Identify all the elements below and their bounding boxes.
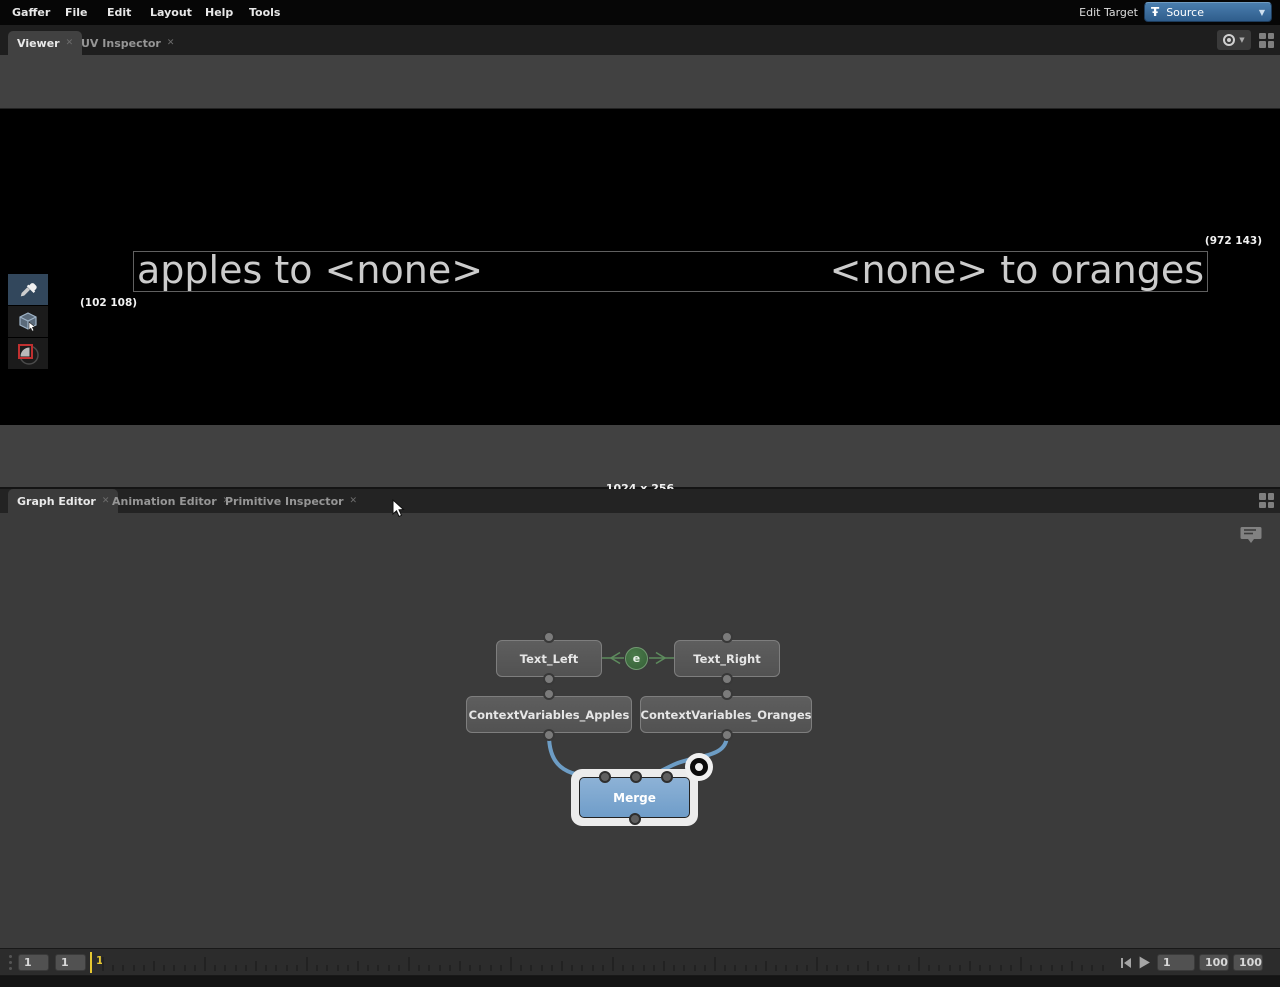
crop-window-tool-button[interactable] bbox=[8, 338, 48, 369]
scene-end-frame-input[interactable]: 100 bbox=[1233, 954, 1263, 971]
merge-input-plug[interactable] bbox=[599, 771, 611, 783]
node-label: Text_Left bbox=[520, 652, 578, 666]
plug-bottom[interactable] bbox=[543, 673, 555, 685]
skip-to-start-button[interactable] bbox=[1120, 957, 1132, 969]
menu-gaffer[interactable]: Gaffer bbox=[12, 0, 50, 25]
menu-bar: Gaffer File Edit Layout Help Tools Edit … bbox=[0, 0, 1280, 25]
range-start-frame-input[interactable]: 1 bbox=[55, 954, 86, 971]
plug-top[interactable] bbox=[721, 688, 733, 700]
tab-uv-inspector-label: UV Inspector bbox=[81, 37, 161, 50]
node-text-left[interactable]: Text_Left bbox=[496, 640, 602, 677]
tab-uv-inspector[interactable]: UV Inspector ✕ bbox=[72, 31, 183, 55]
text-bounds-overlay: apples to <none> <none> to oranges bbox=[133, 251, 1208, 292]
tab-primitive-inspector[interactable]: Primitive Inspector ✕ bbox=[216, 489, 366, 513]
menu-help[interactable]: Help bbox=[205, 0, 233, 25]
node-label: Merge bbox=[613, 791, 656, 805]
layout-grid-icon[interactable] bbox=[1259, 33, 1274, 48]
plug-top[interactable] bbox=[721, 631, 733, 643]
node-label: ContextVariables_Oranges bbox=[641, 708, 812, 722]
playhead[interactable] bbox=[90, 952, 92, 973]
graph-tab-bar: Graph Editor ✕ Animation Editor ✕ Primit… bbox=[0, 489, 1280, 513]
menu-file[interactable]: File bbox=[65, 0, 88, 25]
editor-focus-menu-button[interactable]: ▼ bbox=[1217, 30, 1251, 50]
edit-target-label: Edit Target bbox=[1079, 0, 1138, 25]
viewer-tab-bar: Viewer ✕ UV Inspector ✕ ▼ bbox=[0, 25, 1280, 55]
connections-layer bbox=[0, 513, 1280, 948]
tab-viewer-label: Viewer bbox=[17, 37, 60, 50]
merge-input-plug[interactable] bbox=[661, 771, 673, 783]
menu-layout[interactable]: Layout bbox=[150, 0, 192, 25]
window-bottom-edge bbox=[0, 977, 1280, 987]
node-text-right[interactable]: Text_Right bbox=[674, 640, 780, 677]
plug-top[interactable] bbox=[543, 631, 555, 643]
close-icon[interactable]: ✕ bbox=[350, 496, 358, 506]
drag-handle[interactable] bbox=[9, 955, 12, 970]
menu-tools[interactable]: Tools bbox=[249, 0, 280, 25]
plug-top[interactable] bbox=[543, 688, 555, 700]
color-picker-tool-button[interactable] bbox=[8, 274, 48, 305]
tab-graph-editor[interactable]: Graph Editor ✕ bbox=[8, 489, 118, 513]
node-contextvariables-apples[interactable]: ContextVariables_Apples bbox=[466, 696, 632, 733]
plug-bottom[interactable] bbox=[721, 729, 733, 741]
selection-max-coord: (972 143) bbox=[1205, 235, 1262, 247]
scene-start-frame-input[interactable]: 1 bbox=[18, 954, 49, 971]
play-button[interactable] bbox=[1138, 956, 1151, 969]
source-target-icon: Ŧ bbox=[1151, 5, 1159, 19]
tab-animation-editor-label: Animation Editor bbox=[112, 495, 217, 508]
viewer-panel: default ▼ AB 1 ▼ RGBA ▼ ACES 1.0 - SDR V… bbox=[0, 55, 1280, 487]
close-icon[interactable]: ✕ bbox=[167, 38, 175, 48]
merge-output-plug[interactable] bbox=[629, 813, 641, 825]
edit-target-value: Source bbox=[1166, 6, 1204, 19]
focus-node-indicator[interactable] bbox=[685, 753, 713, 781]
selection-tool-button[interactable] bbox=[8, 306, 48, 337]
node-label: Text_Right bbox=[693, 652, 761, 666]
frame-ruler[interactable] bbox=[102, 949, 1117, 973]
tab-graph-editor-label: Graph Editor bbox=[17, 495, 96, 508]
graph-editor-canvas[interactable]: Text_Left Text_Right ContextVariables_Ap… bbox=[0, 513, 1280, 948]
plug-bottom[interactable] bbox=[721, 673, 733, 685]
selection-min-coord: (102 108) bbox=[80, 297, 137, 309]
node-contextvariables-oranges[interactable]: ContextVariables_Oranges bbox=[640, 696, 812, 733]
merge-input-plug[interactable] bbox=[630, 771, 642, 783]
node-merge[interactable]: Merge bbox=[579, 777, 690, 818]
node-label: ContextVariables_Apples bbox=[469, 708, 630, 722]
eyedropper-icon bbox=[18, 280, 38, 300]
mouse-cursor bbox=[392, 499, 405, 518]
timeline-bar: 1 1 1 1 100 100 bbox=[0, 948, 1280, 976]
context-stub-links bbox=[549, 679, 727, 695]
rendered-text-left: apples to <none> bbox=[137, 248, 483, 292]
edit-target-dropdown[interactable]: Ŧ Source ▼ bbox=[1144, 2, 1272, 22]
rendered-text-right: <none> to oranges bbox=[830, 248, 1204, 292]
chevron-down-icon: ▼ bbox=[1239, 36, 1244, 44]
current-frame-input[interactable]: 1 bbox=[1157, 954, 1195, 971]
layout-grid-icon[interactable] bbox=[1259, 493, 1274, 508]
expression-label: e bbox=[633, 652, 640, 665]
bullseye-icon bbox=[1223, 34, 1235, 46]
range-end-frame-input[interactable]: 100 bbox=[1199, 954, 1229, 971]
node-expression[interactable]: e bbox=[625, 647, 648, 670]
tab-primitive-inspector-label: Primitive Inspector bbox=[225, 495, 344, 508]
viewer-tool-column bbox=[8, 274, 48, 370]
plug-bottom[interactable] bbox=[543, 729, 555, 741]
viewer-image-canvas[interactable]: (972 143) (102 108) apples to <none> <no… bbox=[0, 108, 1280, 425]
chevron-down-icon: ▼ bbox=[1259, 8, 1265, 17]
menu-edit[interactable]: Edit bbox=[107, 0, 131, 25]
